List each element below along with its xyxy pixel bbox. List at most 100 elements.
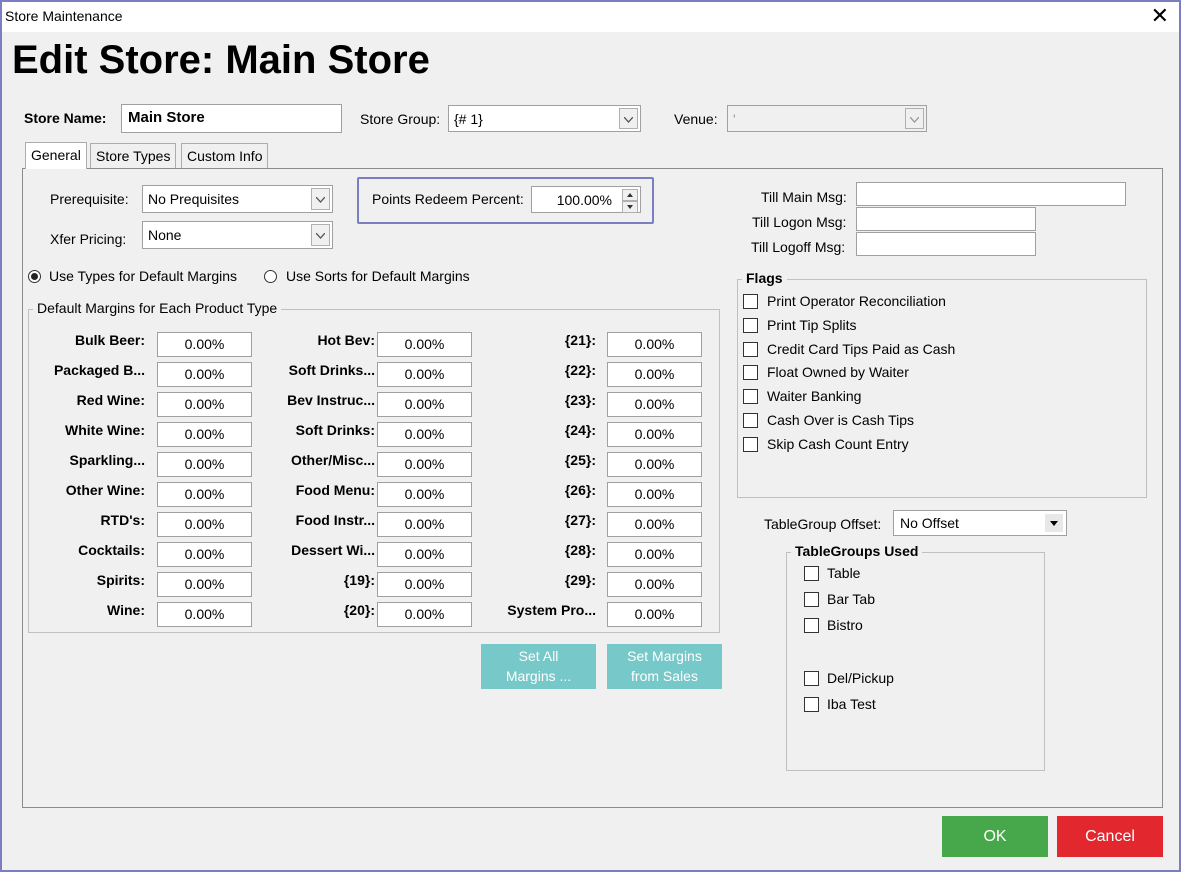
till-logon-input[interactable]	[856, 207, 1036, 231]
margin-input[interactable]: 0.00%	[157, 512, 252, 537]
tab-store-types[interactable]: Store Types	[90, 143, 177, 169]
chevron-down-icon[interactable]	[1045, 514, 1063, 532]
margin-input[interactable]: 0.00%	[377, 512, 472, 537]
set-all-margins-line1: Set All	[518, 648, 559, 664]
spin-up-icon[interactable]	[622, 189, 638, 201]
ok-button[interactable]: OK	[942, 816, 1048, 857]
margin-label: {23}:	[564, 392, 596, 408]
set-margins-from-sales-line1: Set Margins	[627, 648, 702, 664]
margin-input[interactable]: 0.00%	[157, 422, 252, 447]
venue-value: '	[733, 111, 736, 127]
margin-input[interactable]: 0.00%	[157, 452, 252, 477]
margin-label: {28}:	[564, 542, 596, 558]
chevron-down-icon[interactable]	[905, 108, 924, 129]
prerequisite-label: Prerequisite:	[50, 191, 129, 207]
flag-label: Float Owned by Waiter	[767, 364, 909, 381]
margin-input[interactable]: 0.00%	[157, 482, 252, 507]
tablegroup-checkbox[interactable]	[804, 697, 819, 712]
margin-label: Bev Instruc...	[287, 392, 375, 408]
margin-label: RTD's:	[100, 512, 145, 528]
tablegroup-checkbox[interactable]	[804, 566, 819, 581]
set-all-margins-button[interactable]: Set All Margins ...	[481, 644, 596, 689]
tablegroup-checkbox[interactable]	[804, 618, 819, 633]
margin-input[interactable]: 0.00%	[157, 362, 252, 387]
margin-input[interactable]: 0.00%	[607, 542, 702, 567]
margin-label: Soft Drinks...	[288, 362, 375, 378]
flag-checkbox[interactable]	[743, 341, 758, 357]
margin-label: Hot Bev:	[317, 332, 375, 348]
points-redeem-stepper[interactable]: 100.00%	[531, 186, 641, 213]
margin-label: {21}:	[564, 332, 596, 348]
margin-input[interactable]: 0.00%	[377, 422, 472, 447]
radio-use-types-label: Use Types for Default Margins	[49, 268, 238, 284]
chevron-down-icon[interactable]	[619, 108, 638, 129]
store-maintenance-window: Store Maintenance ✕ Edit Store: Main Sto…	[0, 0, 1181, 872]
flag-checkbox[interactable]	[743, 294, 758, 309]
flag-checkbox[interactable]	[743, 436, 758, 452]
flag-checkbox[interactable]	[743, 413, 758, 428]
default-margins-title: Default Margins for Each Product Type	[33, 300, 282, 316]
tab-general[interactable]: General	[25, 142, 87, 169]
tablegroup-label: Del/Pickup	[827, 670, 894, 686]
prerequisite-select[interactable]: No Prequisites	[142, 185, 333, 213]
chevron-down-icon[interactable]	[311, 224, 330, 246]
margin-label: White Wine:	[65, 422, 145, 438]
tablegroup-offset-select[interactable]: No Offset	[893, 510, 1067, 536]
venue-select[interactable]: '	[727, 105, 927, 132]
radio-use-types[interactable]	[28, 270, 41, 283]
tab-store-types-label: Store Types	[96, 148, 171, 164]
margin-input[interactable]: 0.00%	[157, 392, 252, 417]
tablegroup-checkbox[interactable]	[804, 592, 819, 607]
margin-input[interactable]: 0.00%	[377, 572, 472, 597]
flag-label: Print Tip Splits	[767, 316, 857, 333]
margin-label: {19}:	[343, 572, 375, 588]
cancel-button[interactable]: Cancel	[1057, 816, 1163, 857]
close-icon[interactable]: ✕	[1151, 3, 1169, 29]
xfer-pricing-value: None	[148, 227, 182, 243]
store-group-select[interactable]: {# 1}	[448, 105, 641, 132]
flag-label: Cash Over is Cash Tips	[767, 412, 915, 428]
margin-input[interactable]: 0.00%	[377, 602, 472, 627]
flag-label: Skip Cash Count Entry	[767, 435, 909, 452]
spin-down-icon[interactable]	[622, 201, 638, 213]
points-redeem-value: 100.00%	[556, 192, 612, 208]
tab-custom-info-label: Custom Info	[187, 148, 263, 164]
margin-input[interactable]: 0.00%	[607, 512, 702, 537]
margin-input[interactable]: 0.00%	[157, 572, 252, 597]
margin-input[interactable]: 0.00%	[377, 332, 472, 357]
flag-checkbox[interactable]	[743, 317, 758, 333]
margin-input[interactable]: 0.00%	[157, 602, 252, 627]
tablegroups-group	[786, 552, 1045, 771]
margin-input[interactable]: 0.00%	[607, 572, 702, 597]
margin-input[interactable]: 0.00%	[377, 362, 472, 387]
margin-input[interactable]: 0.00%	[607, 602, 702, 627]
margin-input[interactable]: 0.00%	[607, 422, 702, 447]
margin-input[interactable]: 0.00%	[607, 452, 702, 477]
margin-input[interactable]: 0.00%	[377, 482, 472, 507]
tablegroup-label: Bar Tab	[827, 591, 875, 607]
margin-input[interactable]: 0.00%	[607, 392, 702, 417]
margin-input[interactable]: 0.00%	[377, 542, 472, 567]
margin-input[interactable]: 0.00%	[157, 332, 252, 357]
till-logoff-input[interactable]	[856, 232, 1036, 256]
radio-use-sorts[interactable]	[264, 270, 277, 283]
xfer-pricing-select[interactable]: None	[142, 221, 333, 249]
till-logoff-label: Till Logoff Msg:	[751, 239, 846, 255]
margin-input[interactable]: 0.00%	[377, 392, 472, 417]
margin-input[interactable]: 0.00%	[377, 452, 472, 477]
flag-checkbox[interactable]	[743, 365, 758, 381]
set-margins-from-sales-button[interactable]: Set Margins from Sales	[607, 644, 722, 689]
tab-custom-info[interactable]: Custom Info	[181, 143, 269, 169]
margin-input[interactable]: 0.00%	[607, 332, 702, 357]
till-main-input[interactable]	[856, 182, 1126, 206]
tablegroup-checkbox[interactable]	[804, 671, 819, 686]
margin-input[interactable]: 0.00%	[607, 362, 702, 387]
chevron-down-icon[interactable]	[311, 188, 330, 210]
margin-input[interactable]: 0.00%	[607, 482, 702, 507]
margin-label: Bulk Beer:	[74, 332, 145, 348]
store-name-input[interactable]: Main Store	[121, 104, 342, 133]
margin-input[interactable]: 0.00%	[157, 542, 252, 567]
flag-checkbox[interactable]	[743, 389, 758, 405]
store-group-label: Store Group:	[360, 111, 441, 127]
set-all-margins-line2: Margins ...	[505, 668, 572, 684]
